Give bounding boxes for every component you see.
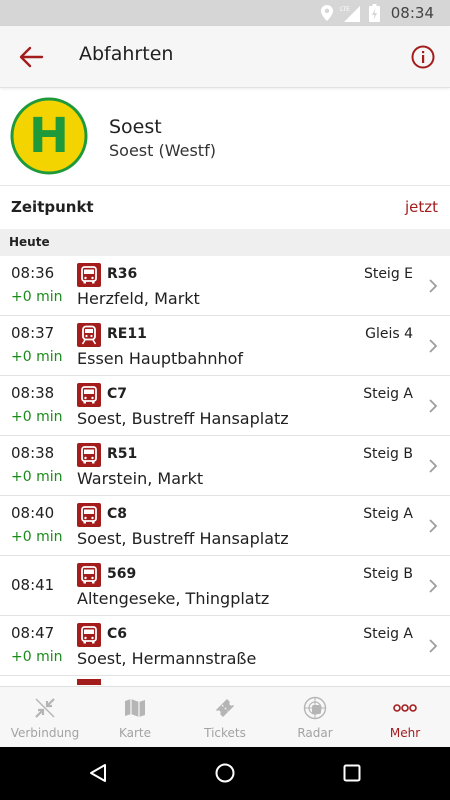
bus-stop-sign-icon: H bbox=[10, 97, 88, 175]
day-header-label: Heute bbox=[9, 235, 50, 249]
station-name: Soest bbox=[109, 116, 162, 138]
chevron-right-icon bbox=[429, 519, 438, 533]
chevron-right-icon bbox=[429, 459, 438, 473]
svg-text:H: H bbox=[29, 108, 69, 164]
recents-square-icon[interactable] bbox=[341, 762, 363, 784]
bus-icon bbox=[77, 563, 101, 587]
more-dots-icon bbox=[393, 704, 417, 712]
platform: Steig B bbox=[363, 566, 413, 582]
delay-badge: +0 min bbox=[11, 469, 63, 485]
platform: Steig A bbox=[363, 386, 413, 402]
platform: Steig A bbox=[363, 506, 413, 522]
nav-tickets[interactable]: Tickets bbox=[180, 687, 270, 748]
nav-verbindung[interactable]: Verbindung bbox=[0, 687, 90, 748]
nav-label: Tickets bbox=[204, 726, 246, 740]
bus-icon bbox=[77, 383, 101, 407]
bus-icon bbox=[77, 443, 101, 467]
day-header: Heute bbox=[0, 229, 450, 256]
departure-row[interactable]: 08:40 +0 min C8 Steig A Soest, Bustreff … bbox=[0, 496, 450, 556]
nav-radar[interactable]: Radar bbox=[270, 687, 360, 748]
nav-label: Verbindung bbox=[10, 726, 80, 740]
status-bar: LTE 08:34 bbox=[0, 0, 450, 26]
chevron-right-icon bbox=[429, 639, 438, 653]
info-circle-icon[interactable] bbox=[410, 44, 436, 70]
lte-signal-icon: LTE bbox=[340, 6, 360, 22]
map-icon bbox=[125, 699, 145, 717]
nav-mehr[interactable]: Mehr bbox=[360, 687, 450, 748]
line-number: 569 bbox=[107, 566, 137, 582]
location-icon bbox=[320, 5, 333, 21]
station-subtitle: Soest (Westf) bbox=[109, 141, 216, 160]
arrow-left-icon[interactable] bbox=[18, 45, 44, 69]
nav-karte[interactable]: Karte bbox=[90, 687, 180, 748]
time-selector-label: Zeitpunkt bbox=[11, 198, 94, 216]
platform: Gleis 4 bbox=[365, 326, 413, 342]
train-icon bbox=[77, 323, 101, 347]
svg-text:LTE: LTE bbox=[340, 6, 350, 13]
departure-row[interactable]: 08:47 +0 min C6 Steig A Soest, Hermannst… bbox=[0, 616, 450, 676]
battery-icon bbox=[368, 4, 380, 22]
chevron-right-icon bbox=[429, 279, 438, 293]
departure-time: 08:41 bbox=[11, 576, 55, 594]
delay-badge: +0 min bbox=[11, 409, 63, 425]
departure-row[interactable]: 08:38 +0 min C7 Steig A Soest, Bustreff … bbox=[0, 376, 450, 436]
bottom-navigation: Verbindung Karte Tickets Radar Mehr bbox=[0, 686, 450, 747]
departure-time: 08:47 bbox=[11, 624, 55, 642]
bus-icon bbox=[77, 503, 101, 527]
line-number: C8 bbox=[107, 506, 128, 522]
time-selector[interactable]: Zeitpunkt jetzt bbox=[0, 186, 450, 229]
platform: Steig B bbox=[363, 446, 413, 462]
delay-badge: +0 min bbox=[11, 349, 63, 365]
line-number: C7 bbox=[107, 386, 128, 402]
departure-list: 08:36 +0 min R36 Steig E Herzfeld, Markt… bbox=[0, 256, 450, 686]
route-arrows-icon bbox=[35, 698, 55, 718]
system-navigation-bar bbox=[0, 747, 450, 800]
delay-badge: +0 min bbox=[11, 649, 63, 665]
line-number: C6 bbox=[107, 626, 128, 642]
destination: Soest, Bustreff Hansaplatz bbox=[77, 409, 289, 428]
nav-label: Karte bbox=[118, 726, 152, 740]
departure-row[interactable]: 08:36 +0 min R36 Steig E Herzfeld, Markt bbox=[0, 256, 450, 316]
line-number: R36 bbox=[107, 266, 138, 282]
line-number: RE11 bbox=[107, 326, 147, 342]
departure-time: 08:38 bbox=[11, 444, 55, 462]
station-header: H Soest Soest (Westf) bbox=[0, 88, 450, 186]
clock: 08:34 bbox=[390, 4, 434, 22]
platform: Steig A bbox=[363, 626, 413, 642]
departure-row[interactable]: 08:38 +0 min R51 Steig B Warstein, Markt bbox=[0, 436, 450, 496]
nav-label: Mehr bbox=[389, 726, 421, 740]
platform: Steig E bbox=[363, 266, 413, 282]
radar-icon bbox=[303, 696, 327, 720]
bus-icon bbox=[77, 679, 101, 685]
departure-row-partial[interactable] bbox=[0, 676, 450, 686]
departure-row[interactable]: 08:37 +0 min RE11 Gleis 4 Essen Hauptbah… bbox=[0, 316, 450, 376]
departure-row[interactable]: 08:41 569 Steig B Altengeseke, Thingplat… bbox=[0, 556, 450, 616]
destination: Altengeseke, Thingplatz bbox=[77, 589, 270, 608]
back-triangle-icon[interactable] bbox=[87, 762, 109, 784]
ticket-icon bbox=[216, 699, 234, 717]
line-number: R51 bbox=[107, 446, 138, 462]
destination: Herzfeld, Markt bbox=[77, 289, 200, 308]
bus-icon bbox=[77, 263, 101, 287]
time-selector-value[interactable]: jetzt bbox=[405, 198, 438, 216]
home-circle-icon[interactable] bbox=[214, 762, 236, 784]
departure-time: 08:36 bbox=[11, 264, 55, 282]
destination: Warstein, Markt bbox=[77, 469, 204, 488]
page-title: Abfahrten bbox=[79, 43, 174, 65]
bus-icon bbox=[77, 623, 101, 647]
nav-label: Radar bbox=[297, 726, 333, 740]
destination: Soest, Hermannstraße bbox=[77, 649, 257, 668]
chevron-right-icon bbox=[429, 399, 438, 413]
destination: Essen Hauptbahnhof bbox=[77, 349, 244, 368]
departure-time: 08:38 bbox=[11, 384, 55, 402]
destination: Soest, Bustreff Hansaplatz bbox=[77, 529, 289, 548]
chevron-right-icon bbox=[429, 579, 438, 593]
departure-time: 08:40 bbox=[11, 504, 55, 522]
chevron-right-icon bbox=[429, 339, 438, 353]
app-bar: Abfahrten bbox=[0, 26, 450, 88]
delay-badge: +0 min bbox=[11, 529, 63, 545]
departure-time: 08:37 bbox=[11, 324, 55, 342]
delay-badge: +0 min bbox=[11, 289, 63, 305]
